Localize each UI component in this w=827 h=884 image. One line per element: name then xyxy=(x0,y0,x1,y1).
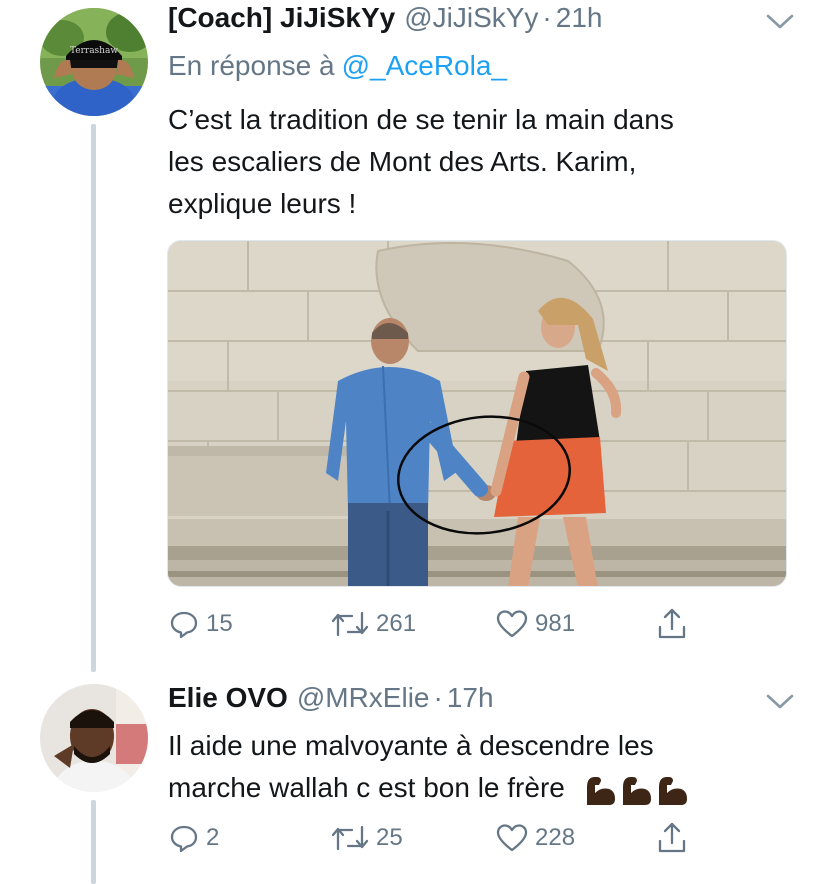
avatar[interactable] xyxy=(40,684,148,792)
cap-lettering: Terrashaw xyxy=(70,46,118,56)
separator-dot: · xyxy=(542,2,552,33)
reply-prefix: En réponse à xyxy=(168,50,335,81)
tweet-text-line: C’est la tradition de se tenir la main d… xyxy=(168,104,674,135)
display-name[interactable]: Elie OVO xyxy=(168,682,288,714)
tweet-text: C’est la tradition de se tenir la main d… xyxy=(168,99,674,225)
retweet-button[interactable]: 261 xyxy=(330,606,416,642)
retweet-icon xyxy=(331,825,369,851)
retweet-count: 261 xyxy=(376,610,417,637)
reply-mention[interactable]: @_AceRola_ xyxy=(342,50,507,81)
share-icon xyxy=(658,822,686,853)
heart-icon xyxy=(496,610,528,638)
tweet-text-line: marche wallah c est bon le frère xyxy=(168,772,565,803)
flexed-biceps-icon xyxy=(658,776,687,805)
timestamp[interactable]: 21h xyxy=(556,2,603,34)
heart-icon xyxy=(496,824,528,852)
tweet-text-line: les escaliers de Mont des Arts. Karim, xyxy=(168,146,637,177)
share-button[interactable] xyxy=(656,820,688,856)
retweet-icon xyxy=(331,611,369,637)
separator-dot: · xyxy=(433,682,443,713)
like-button[interactable]: 981 xyxy=(495,606,575,642)
avatar-image xyxy=(40,684,148,792)
retweet-button[interactable]: 25 xyxy=(330,820,403,856)
avatar-image: Terrashaw xyxy=(40,8,148,116)
tweet-header: Elie OVO @MRxElie · 17h xyxy=(168,682,494,714)
like-button[interactable]: 228 xyxy=(495,820,575,856)
reply-context: En réponse à @_AceRola_ xyxy=(168,50,507,82)
like-count: 981 xyxy=(535,610,576,637)
chevron-down-icon[interactable] xyxy=(765,692,795,712)
timestamp[interactable]: 17h xyxy=(447,682,494,714)
thread-line-bottom xyxy=(91,800,96,884)
photo-image xyxy=(168,241,786,586)
reply-button[interactable]: 15 xyxy=(168,606,233,642)
display-name[interactable]: [Coach] JiJiSkYy xyxy=(168,2,395,34)
chevron-down-icon[interactable] xyxy=(765,12,795,32)
flexed-biceps-icon xyxy=(586,776,615,805)
reply-icon xyxy=(170,825,198,853)
reply-icon xyxy=(170,611,198,639)
share-button[interactable] xyxy=(656,606,688,642)
thread-line-top xyxy=(91,124,96,672)
reply-button[interactable]: 2 xyxy=(168,820,219,856)
handle[interactable]: @JiJiSkYy xyxy=(404,2,538,34)
tweet-header: [Coach] JiJiSkYy @JiJiSkYy · 21h xyxy=(168,2,602,34)
share-icon xyxy=(658,608,686,639)
tweet-photo[interactable] xyxy=(167,240,787,587)
flexed-biceps-emoji-group xyxy=(581,772,689,805)
tweet-text-line-with-emoji: marche wallah c est bon le frère xyxy=(168,767,689,809)
retweet-count: 25 xyxy=(376,824,403,851)
tweet-text-line: Il aide une malvoyante à descendre les xyxy=(168,730,654,761)
reply-count: 2 xyxy=(206,824,220,851)
handle[interactable]: @MRxElie xyxy=(297,682,430,714)
tweet-text: Il aide une malvoyante à descendre les m… xyxy=(168,725,689,809)
flexed-biceps-icon xyxy=(622,776,651,805)
like-count: 228 xyxy=(535,824,576,851)
tweet-text-line: explique leurs ! xyxy=(168,188,357,219)
avatar[interactable]: Terrashaw xyxy=(40,8,148,116)
reply-count: 15 xyxy=(206,610,233,637)
